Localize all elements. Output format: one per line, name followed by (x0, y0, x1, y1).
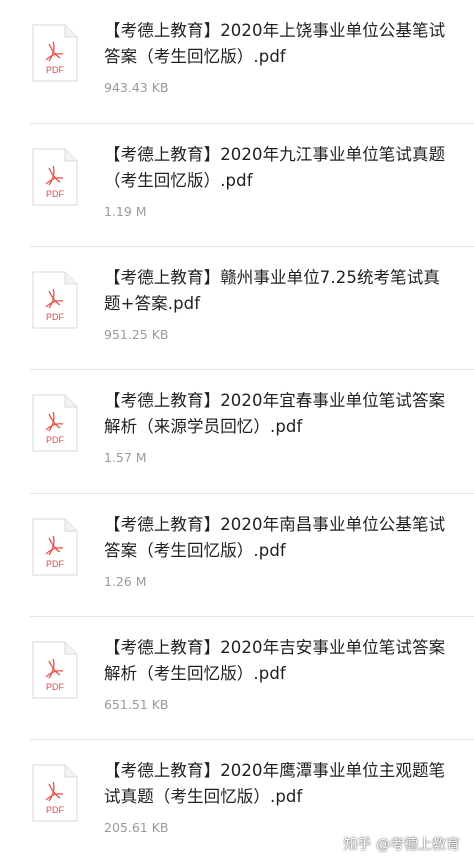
pdf-file-icon: PDF (32, 518, 78, 576)
file-name: 【考德上教育】赣州事业单位7.25统考笔试真题+答案.pdf (104, 268, 440, 313)
file-size: 1.57 M (104, 450, 147, 465)
file-size: 943.43 KB (104, 80, 169, 95)
svg-text:PDF: PDF (46, 65, 65, 75)
pdf-file-icon: PDF (32, 148, 78, 206)
svg-text:PDF: PDF (46, 682, 65, 692)
file-size: 1.19 M (104, 204, 147, 219)
file-size: 1.26 M (104, 574, 147, 589)
file-row[interactable]: PDF 【考德上教育】2020年上饶事业单位公基笔试答案（考生回忆版）.pdf … (0, 0, 474, 124)
file-row[interactable]: PDF 【考德上教育】2020年九江事业单位笔试真题（考生回忆版）.pdf 1.… (0, 124, 474, 248)
pdf-file-icon: PDF (32, 394, 78, 452)
svg-text:PDF: PDF (46, 312, 65, 322)
pdf-file-icon: PDF (32, 764, 78, 822)
file-name: 【考德上教育】2020年上饶事业单位公基笔试答案（考生回忆版）.pdf (104, 21, 446, 66)
file-row[interactable]: PDF 【考德上教育】赣州事业单位7.25统考笔试真题+答案.pdf 951.2… (0, 247, 474, 371)
file-size: 651.51 KB (104, 697, 169, 712)
file-name: 【考德上教育】2020年鹰潭事业单位主观题笔试真题（考生回忆版）.pdf (104, 761, 446, 806)
file-row[interactable]: PDF 【考德上教育】2020年南昌事业单位公基笔试答案（考生回忆版）.pdf … (0, 494, 474, 618)
file-name: 【考德上教育】2020年吉安事业单位笔试答案解析（考生回忆版）.pdf (104, 638, 446, 683)
svg-text:PDF: PDF (46, 189, 65, 199)
svg-text:PDF: PDF (46, 435, 65, 445)
file-size: 951.25 KB (104, 327, 169, 342)
file-row[interactable]: PDF 【考德上教育】2020年宜春事业单位笔试答案解析（来源学员回忆）.pdf… (0, 370, 474, 494)
pdf-file-icon: PDF (32, 641, 78, 699)
watermark: 知乎 @考德上教育 (343, 837, 460, 853)
svg-text:PDF: PDF (46, 805, 65, 815)
pdf-file-icon: PDF (32, 271, 78, 329)
file-row[interactable]: PDF 【考德上教育】2020年吉安事业单位笔试答案解析（考生回忆版）.pdf … (0, 617, 474, 741)
pdf-file-icon: PDF (32, 24, 78, 82)
file-name: 【考德上教育】2020年南昌事业单位公基笔试答案（考生回忆版）.pdf (104, 515, 446, 560)
file-name: 【考德上教育】2020年九江事业单位笔试真题（考生回忆版）.pdf (104, 145, 446, 190)
file-size: 205.61 KB (104, 820, 169, 835)
svg-text:PDF: PDF (46, 559, 65, 569)
file-name: 【考德上教育】2020年宜春事业单位笔试答案解析（来源学员回忆）.pdf (104, 391, 446, 436)
